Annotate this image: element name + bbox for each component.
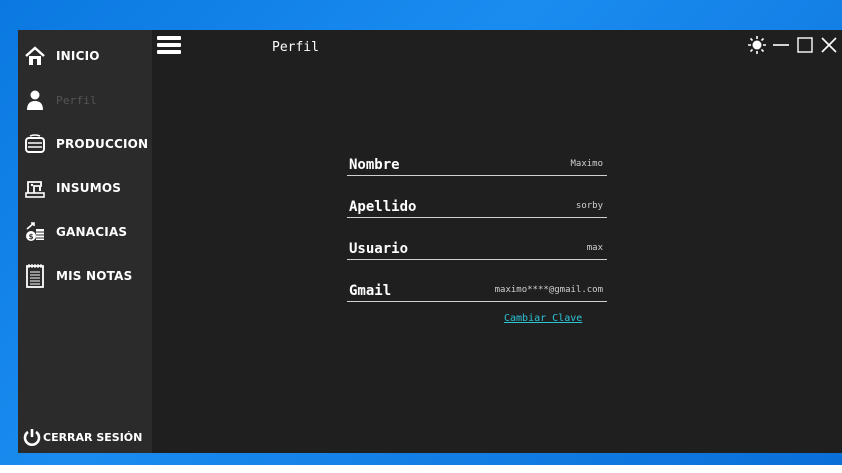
svg-text:$: $ bbox=[29, 233, 34, 241]
field-value: sorby bbox=[575, 201, 603, 211]
field-value: maximo****@gmail.com bbox=[494, 285, 603, 295]
sidebar-item-label: Perfil bbox=[56, 93, 97, 107]
brightness-icon[interactable] bbox=[748, 36, 766, 54]
minimize-icon[interactable] bbox=[772, 36, 790, 54]
field-nombre[interactable]: Nombre Maximo bbox=[347, 134, 607, 176]
field-label: Gmail bbox=[349, 283, 392, 299]
field-value: Maximo bbox=[570, 159, 603, 169]
logout-label: CERRAR SESIÓN bbox=[43, 430, 143, 444]
sidebar: INICIO Perfil PRODUCCION INSUMOS $ GANAC… bbox=[18, 30, 152, 453]
field-label: Usuario bbox=[349, 241, 409, 257]
sidebar-item-label: INICIO bbox=[56, 49, 100, 63]
sidebar-item-label: PRODUCCION bbox=[56, 137, 149, 151]
change-password-link[interactable]: Cambiar Clave bbox=[504, 313, 582, 324]
sidebar-item-mis-notas[interactable]: MIS NOTAS bbox=[18, 254, 152, 298]
user-icon bbox=[24, 89, 46, 111]
topbar: Perfil bbox=[152, 30, 842, 64]
notepad-icon bbox=[24, 264, 46, 288]
money-icon: $ bbox=[24, 221, 46, 243]
field-label: Nombre bbox=[349, 157, 400, 173]
field-apellido[interactable]: Apellido sorby bbox=[347, 176, 607, 218]
field-gmail[interactable]: Gmail maximo****@gmail.com bbox=[347, 260, 607, 302]
field-label: Apellido bbox=[349, 199, 417, 215]
sewing-machine-icon bbox=[24, 177, 46, 199]
frame-bottom bbox=[0, 465, 842, 473]
sidebar-item-label: MIS NOTAS bbox=[56, 269, 133, 283]
field-value: max bbox=[586, 243, 603, 253]
sidebar-item-perfil[interactable]: Perfil bbox=[18, 78, 152, 122]
production-icon bbox=[24, 133, 46, 155]
home-icon bbox=[24, 45, 46, 67]
sidebar-item-produccion[interactable]: PRODUCCION bbox=[18, 122, 152, 166]
main-content: Perfil Nombre Maximo Apellido sorby Usua… bbox=[152, 30, 842, 453]
sidebar-item-insumos[interactable]: INSUMOS bbox=[18, 166, 152, 210]
close-icon[interactable] bbox=[820, 36, 838, 54]
sidebar-item-ganacias[interactable]: $ GANACIAS bbox=[18, 210, 152, 254]
page-title: Perfil bbox=[272, 40, 319, 55]
logout-button[interactable]: CERRAR SESIÓN bbox=[22, 427, 142, 447]
sidebar-item-label: INSUMOS bbox=[56, 181, 122, 195]
profile-form: Nombre Maximo Apellido sorby Usuario max… bbox=[347, 134, 607, 302]
hamburger-icon[interactable] bbox=[157, 36, 181, 56]
window-controls bbox=[748, 36, 838, 54]
app-window: INICIO Perfil PRODUCCION INSUMOS $ GANAC… bbox=[18, 30, 842, 453]
field-usuario[interactable]: Usuario max bbox=[347, 218, 607, 260]
power-icon bbox=[22, 427, 42, 447]
maximize-icon[interactable] bbox=[796, 36, 814, 54]
sidebar-item-label: GANACIAS bbox=[56, 225, 128, 239]
sidebar-item-inicio[interactable]: INICIO bbox=[18, 34, 152, 78]
